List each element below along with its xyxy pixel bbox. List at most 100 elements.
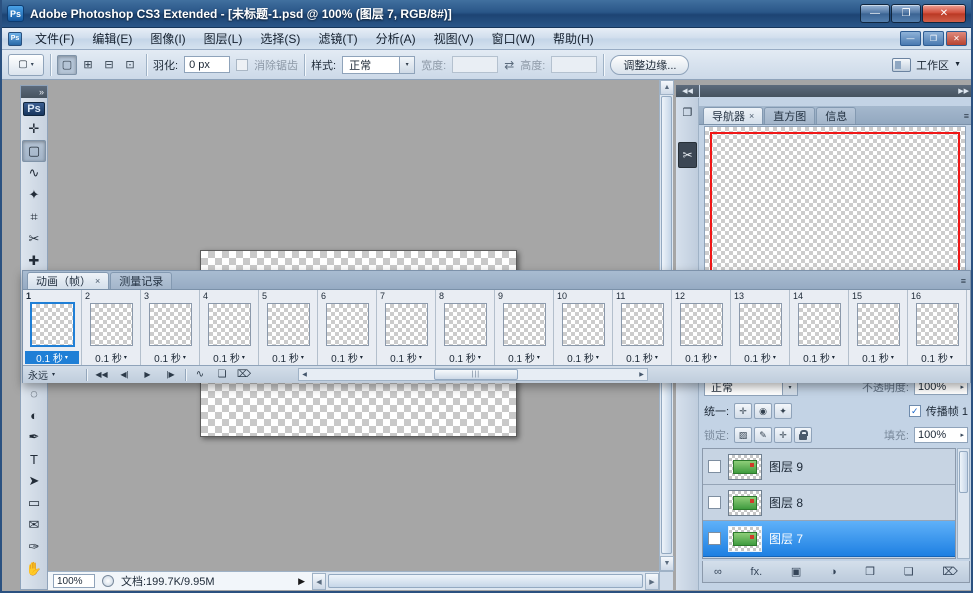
notes-tool[interactable]: ✉ — [22, 514, 46, 536]
lasso-tool[interactable]: ∿ — [22, 162, 46, 184]
navigator-tab-1[interactable]: 直方图 — [764, 107, 816, 124]
step-forward-button[interactable]: |▶ — [162, 370, 179, 379]
navigator-tab-0[interactable]: 导航器 × — [703, 107, 764, 124]
dodge-tool[interactable]: ◐ — [22, 404, 46, 426]
menu-item-5[interactable]: 滤镜(T) — [309, 28, 366, 49]
animation-frame-15[interactable]: 15 0.1 秒 ▾ — [849, 290, 908, 365]
spinner-arrow-icon[interactable]: ▸ — [960, 383, 964, 391]
layer-visibility-checkbox[interactable] — [708, 460, 721, 473]
frame-delay-button[interactable]: 0.1 秒 ▾ — [318, 351, 376, 365]
frame-delay-button[interactable]: 0.1 秒 ▾ — [849, 351, 907, 365]
animation-tab-0[interactable]: 动画（帧） × — [27, 272, 110, 289]
antialias-checkbox[interactable] — [236, 58, 249, 71]
panels-dock-icon[interactable]: ❐ — [678, 103, 697, 122]
workspace-button[interactable]: 工作区 ▼ — [888, 55, 965, 75]
new-group-button[interactable]: ❒ — [865, 565, 875, 578]
zoom-tool[interactable]: ⌕ — [22, 580, 46, 589]
layer-row-3[interactable]: 图层 7 — [703, 521, 955, 557]
loop-count-select[interactable]: 永远 ▾ — [28, 367, 80, 382]
first-frame-button[interactable]: ◀◀ — [93, 370, 110, 379]
spinner-arrow-icon[interactable]: ▸ — [960, 431, 964, 439]
menu-item-6[interactable]: 分析(A) — [367, 28, 425, 49]
tools-dock-icon[interactable]: ✂ — [678, 142, 697, 168]
toolbar-collapse-button[interactable]: » — [21, 86, 47, 98]
tween-button[interactable]: ∿ — [192, 369, 208, 380]
crop-tool[interactable]: ⌗ — [22, 206, 46, 228]
lock-transparency-button[interactable]: ▨ — [734, 427, 753, 443]
lock-pixels-button[interactable]: ✎ — [754, 427, 773, 443]
close-button[interactable]: ✕ — [922, 4, 966, 23]
layer-row-2[interactable]: 图层 8 — [703, 485, 955, 521]
pen-tool[interactable]: ✒ — [22, 426, 46, 448]
refine-edge-button[interactable]: 调整边缘... — [610, 54, 690, 75]
close-tab-icon[interactable]: × — [749, 111, 754, 121]
blur-tool[interactable]: ◌ — [22, 382, 46, 404]
frame-delay-button[interactable]: 0.1 秒 ▾ — [259, 351, 317, 365]
menu-item-0[interactable]: 文件(F) — [26, 28, 83, 49]
layer-row-1[interactable]: 图层 9 — [703, 449, 955, 485]
unify-visibility-button[interactable]: ◉ — [754, 403, 773, 419]
animation-frame-1[interactable]: 1 0.1 秒 ▾ — [23, 290, 82, 365]
frames-scrollbar[interactable]: ◀ ||| ▶ — [298, 368, 648, 381]
dock-collapse-right-button[interactable]: ▶▶ — [700, 85, 973, 97]
style-select[interactable]: 正常 ▾ — [342, 55, 416, 74]
healing-brush-tool[interactable]: ✚ — [22, 250, 46, 272]
height-input[interactable] — [551, 56, 598, 73]
play-button[interactable]: ▶ — [139, 370, 156, 379]
rectangle-tool[interactable]: ▭ — [22, 492, 46, 514]
hand-tool[interactable]: ✋ — [22, 558, 46, 580]
new-layer-button[interactable]: ❏ — [904, 565, 914, 578]
animation-frame-8[interactable]: 8 0.1 秒 ▾ — [436, 290, 495, 365]
rectangular-marquee-tool[interactable]: ▢ — [22, 140, 46, 162]
swap-dimensions-icon[interactable]: ⇄ — [504, 58, 514, 72]
unify-position-button[interactable]: ✛ — [734, 403, 753, 419]
frame-delay-button[interactable]: 0.1 秒 ▾ — [554, 351, 612, 365]
tool-preset-picker[interactable]: ▢ ▾ — [8, 53, 44, 76]
menu-item-2[interactable]: 图像(I) — [141, 28, 194, 49]
unify-style-button[interactable]: ✦ — [774, 403, 793, 419]
dock-collapse-left-button[interactable]: ◀◀ — [676, 85, 699, 97]
scroll-right-icon[interactable]: ▶ — [645, 573, 659, 590]
horizontal-scrollbar[interactable]: ◀ ▶ — [312, 571, 659, 590]
navigator-tab-2[interactable]: 信息 — [816, 107, 857, 124]
scroll-down-icon[interactable]: ▼ — [660, 556, 674, 571]
document-restore-button[interactable]: ❐ — [923, 31, 944, 46]
propagate-frame-checkbox[interactable]: ✓ — [908, 405, 921, 417]
lock-all-button[interactable] — [794, 427, 813, 443]
frame-delay-button[interactable]: 0.1 秒 ▾ — [377, 351, 435, 365]
animation-frame-9[interactable]: 9 0.1 秒 ▾ — [495, 290, 554, 365]
move-tool[interactable]: ✛ — [22, 118, 46, 140]
menu-item-1[interactable]: 编辑(E) — [83, 28, 141, 49]
step-back-button[interactable]: ◀| — [116, 370, 133, 379]
animation-frame-2[interactable]: 2 0.1 秒 ▾ — [82, 290, 141, 365]
link-layers-button[interactable]: ∞ — [714, 566, 722, 578]
frame-delay-button[interactable]: 0.1 秒 ▾ — [613, 351, 671, 365]
frame-delay-button[interactable]: 0.1 秒 ▾ — [908, 351, 966, 365]
animation-frame-12[interactable]: 12 0.1 秒 ▾ — [672, 290, 731, 365]
add-selection-mode-button[interactable]: ⊞ — [78, 55, 98, 75]
delete-frame-button[interactable]: ⌦ — [236, 369, 252, 380]
animation-frame-13[interactable]: 13 0.1 秒 ▾ — [731, 290, 790, 365]
layer-visibility-checkbox[interactable] — [708, 496, 721, 509]
scroll-up-icon[interactable]: ▲ — [660, 80, 674, 95]
panel-menu-icon[interactable]: ≡ — [961, 276, 966, 289]
quick-selection-tool[interactable]: ✦ — [22, 184, 46, 206]
add-layer-mask-button[interactable]: ▣ — [791, 565, 801, 578]
subtract-selection-mode-button[interactable]: ⊟ — [99, 55, 119, 75]
type-tool[interactable]: T — [22, 448, 46, 470]
animation-frame-5[interactable]: 5 0.1 秒 ▾ — [259, 290, 318, 365]
scroll-left-icon[interactable]: ◀ — [312, 573, 326, 590]
eyedropper-tool[interactable]: ✑ — [22, 536, 46, 558]
menu-item-7[interactable]: 视图(V) — [425, 28, 483, 49]
frame-delay-button[interactable]: 0.1 秒 ▾ — [731, 351, 789, 365]
status-zoom-input[interactable]: 100% — [53, 574, 95, 588]
frame-delay-button[interactable]: 0.1 秒 ▾ — [436, 351, 494, 365]
scroll-right-icon[interactable]: ▶ — [636, 371, 647, 378]
adjustment-layer-button[interactable]: ◑ — [830, 566, 837, 578]
close-tab-icon[interactable]: × — [95, 276, 100, 286]
path-selection-tool[interactable]: ➤ — [22, 470, 46, 492]
frames-scrollbar-track[interactable]: ||| — [310, 369, 636, 380]
status-expand-icon[interactable]: ▶ — [298, 576, 307, 587]
animation-tab-1[interactable]: 测量记录 — [110, 272, 173, 289]
slice-tool[interactable]: ✂ — [22, 228, 46, 250]
